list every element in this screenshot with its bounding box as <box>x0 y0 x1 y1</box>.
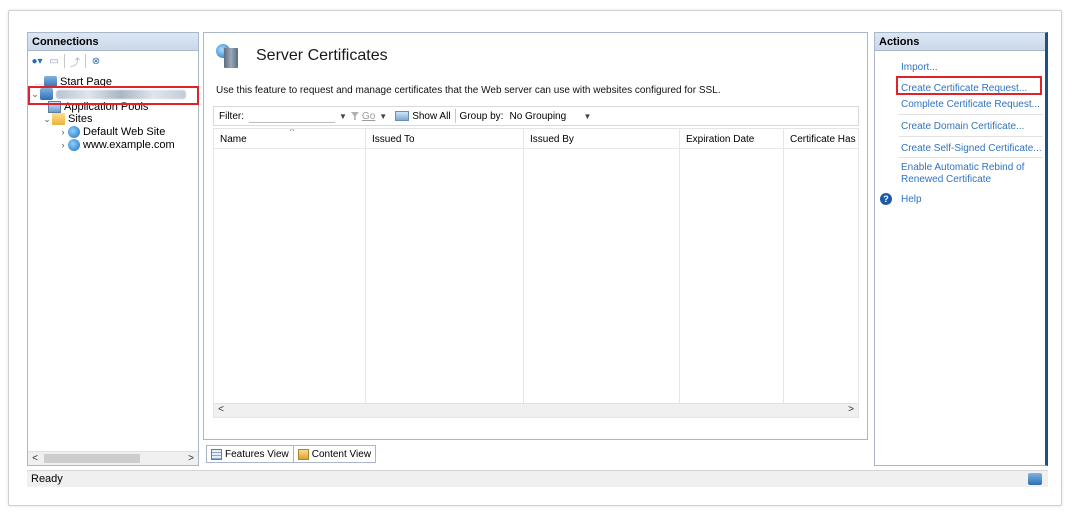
toolbar-separator <box>64 54 65 68</box>
tab-features-view[interactable]: Features View <box>206 445 294 463</box>
help-icon[interactable]: ? <box>880 193 892 205</box>
action-complete-certificate-request[interactable]: Complete Certificate Request... <box>901 99 1040 110</box>
filter-input[interactable] <box>249 109 335 123</box>
toolbar-separator <box>85 54 86 68</box>
up-level-icon[interactable]: ⤴ <box>68 54 82 69</box>
tree-item-example-site[interactable]: › www.example.com <box>58 138 175 152</box>
action-create-self-signed-certificate[interactable]: Create Self-Signed Certificate... <box>901 143 1042 154</box>
action-create-domain-certificate[interactable]: Create Domain Certificate... <box>901 121 1024 132</box>
page-title-text: Server Certificates <box>256 47 388 64</box>
action-import[interactable]: Import... <box>901 62 938 73</box>
scroll-thumb[interactable] <box>44 454 140 463</box>
actions-header: Actions <box>875 33 1045 51</box>
features-view-icon <box>211 448 222 460</box>
table-header: Name ^ Issued To Issued By Expiration Da… <box>214 129 858 149</box>
connections-toolbar: ●▾ ▭ ⤴ ⊗ <box>28 51 198 71</box>
table-horizontal-scrollbar[interactable]: < > <box>214 403 858 417</box>
feature-description: Use this feature to request and manage c… <box>216 85 721 96</box>
save-icon[interactable]: ▭ <box>47 54 61 68</box>
action-help[interactable]: Help <box>901 194 922 205</box>
group-by-select[interactable]: No Grouping <box>509 111 579 122</box>
column-header-name[interactable]: Name <box>220 134 247 145</box>
highlight-create-certificate-request <box>896 76 1042 95</box>
column-expiration-date <box>680 129 784 417</box>
scroll-left-button[interactable]: < <box>28 453 42 464</box>
chevron-right-icon[interactable]: › <box>58 127 68 137</box>
status-text: Ready <box>31 473 63 485</box>
connections-header: Connections <box>28 33 198 51</box>
tree-item-label: Default Web Site <box>83 126 166 138</box>
actions-separator <box>899 136 1043 137</box>
filter-toolbar: Filter: ▼ Go ▼ Show All Group by: No Gro… <box>213 106 859 126</box>
column-issued-by <box>524 129 680 417</box>
scroll-left-button[interactable]: < <box>214 404 228 415</box>
status-bar: Ready <box>27 470 1048 487</box>
show-all-button[interactable]: Show All <box>395 111 451 122</box>
column-header-expiration-date[interactable]: Expiration Date <box>686 134 754 145</box>
site-globe-icon <box>68 139 80 151</box>
site-globe-icon <box>68 126 80 138</box>
content-view-icon <box>297 448 309 460</box>
group-by-dropdown-icon[interactable]: ▼ <box>583 112 591 121</box>
connect-globe-icon[interactable]: ●▾ <box>30 54 44 68</box>
scroll-right-button[interactable]: > <box>184 453 198 464</box>
toolbar-separator <box>454 109 456 123</box>
chevron-right-icon[interactable]: › <box>58 140 68 150</box>
certificates-table: Name ^ Issued To Issued By Expiration Da… <box>213 128 859 418</box>
column-issued-to <box>366 129 524 417</box>
view-tabs: Features View Content View <box>206 445 377 463</box>
tab-content-view[interactable]: Content View <box>293 445 377 463</box>
action-enable-automatic-rebind-line2[interactable]: Renewed Certificate <box>901 174 991 185</box>
tree-item-label: www.example.com <box>83 139 175 151</box>
action-enable-automatic-rebind[interactable]: Enable Automatic Rebind of <box>901 162 1024 173</box>
show-all-icon <box>395 111 410 121</box>
sort-caret-icon: ^ <box>290 128 295 136</box>
filter-label: Filter: <box>219 110 244 122</box>
actions-pane: Actions Import... Create Certificate Req… <box>874 32 1048 466</box>
server-certificates-icon <box>216 44 242 68</box>
tree-item-default-web-site[interactable]: › Default Web Site <box>58 125 165 139</box>
highlight-server-node <box>28 86 199 105</box>
server-status-icon <box>1028 473 1042 485</box>
scroll-right-button[interactable]: > <box>844 404 858 415</box>
column-header-issued-to[interactable]: Issued To <box>372 134 415 145</box>
actions-separator <box>899 114 1043 115</box>
go-dropdown-icon[interactable]: ▼ <box>379 112 387 121</box>
tree-item-label: Sites <box>68 113 93 125</box>
funnel-icon <box>350 112 359 120</box>
column-name <box>214 129 366 417</box>
disconnect-icon[interactable]: ⊗ <box>89 54 103 68</box>
go-button[interactable]: Go ▼ <box>350 111 391 122</box>
column-header-issued-by[interactable]: Issued By <box>530 134 574 145</box>
column-header-certificate-hash[interactable]: Certificate Has <box>790 134 856 145</box>
sites-folder-icon <box>52 113 65 125</box>
features-pane: Server Certificates Use this feature to … <box>203 32 868 440</box>
chevron-down-icon[interactable]: ⌄ <box>42 114 52 125</box>
group-by-label: Group by: <box>459 110 504 122</box>
tree-item-sites[interactable]: ⌄ Sites <box>42 112 92 126</box>
filter-dropdown-icon[interactable]: ▼ <box>339 112 347 121</box>
connections-horizontal-scrollbar[interactable]: < > <box>28 451 198 465</box>
actions-separator <box>899 157 1043 158</box>
page-title: Server Certificates <box>216 44 388 68</box>
